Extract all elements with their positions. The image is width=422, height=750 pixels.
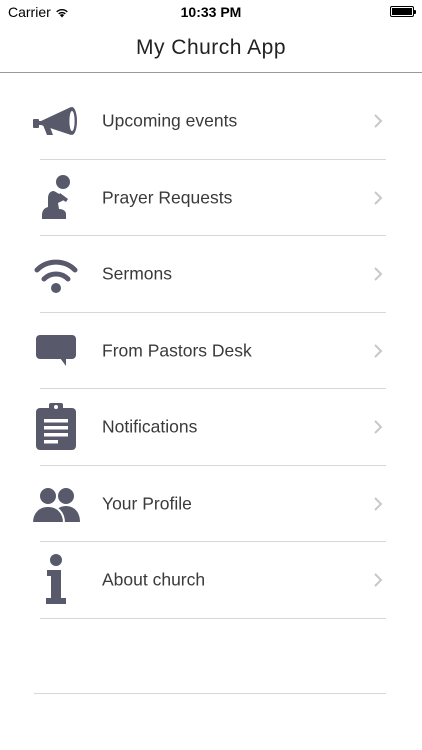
chevron-right-icon <box>372 190 384 206</box>
wifi-broadcast-icon <box>28 246 84 302</box>
chevron-right-icon <box>372 419 384 435</box>
menu-item-label: About church <box>102 569 206 590</box>
menu-item-label: Your Profile <box>102 493 192 514</box>
info-icon <box>28 552 84 608</box>
menu-item-from-pastors-desk[interactable]: From Pastors Desk <box>0 313 422 389</box>
battery-icon <box>390 6 416 17</box>
divider <box>40 617 386 619</box>
chevron-right-icon <box>372 496 384 512</box>
menu-item-about-church[interactable]: About church <box>0 542 422 619</box>
navigation-bar: My Church App <box>0 24 422 73</box>
menu-item-label: From Pastors Desk <box>102 340 252 361</box>
praying-person-icon <box>28 170 84 226</box>
menu-item-sermons[interactable]: Sermons <box>0 236 422 313</box>
clipboard-icon <box>28 399 84 455</box>
chevron-right-icon <box>372 572 384 588</box>
menu-list: Upcoming events Prayer Requests Sermons … <box>0 83 422 619</box>
speech-bubble-icon <box>28 323 84 379</box>
page-title: My Church App <box>135 36 287 59</box>
menu-item-notifications[interactable]: Notifications <box>0 389 422 466</box>
chevron-right-icon <box>372 343 384 359</box>
status-bar: Carrier 10:33 PM <box>0 0 422 24</box>
chevron-right-icon <box>372 266 384 282</box>
menu-item-label: Upcoming events <box>102 110 238 131</box>
menu-item-your-profile[interactable]: Your Profile <box>0 466 422 542</box>
menu-item-label: Prayer Requests <box>102 187 233 208</box>
chevron-right-icon <box>372 113 384 129</box>
clock: 10:33 PM <box>180 4 242 20</box>
menu-item-label: Sermons <box>102 263 173 284</box>
megaphone-icon <box>28 93 84 149</box>
bottom-divider <box>34 693 386 694</box>
menu-item-label: Notifications <box>102 416 198 437</box>
users-icon <box>28 476 84 532</box>
menu-item-prayer-requests[interactable]: Prayer Requests <box>0 160 422 236</box>
menu-item-upcoming-events[interactable]: Upcoming events <box>0 83 422 160</box>
